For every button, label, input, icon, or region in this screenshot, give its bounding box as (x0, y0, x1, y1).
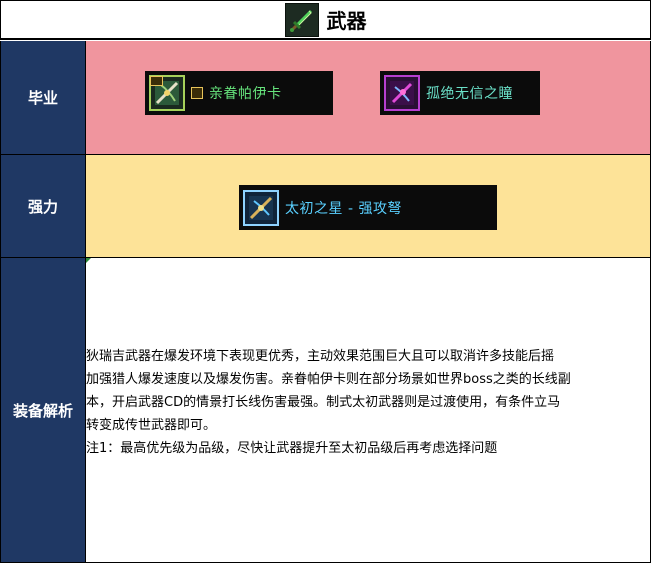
analysis-cell: 狄瑞吉武器在爆发环境下表现更优秀，主动效果范围巨大且可以取消许多技能后摇 加强猎… (86, 258, 651, 563)
grade-badge (191, 87, 203, 99)
strong-cell: 太初之星 - 强攻弩 (86, 155, 651, 257)
analysis-line: 转变成传世武器即可。 (86, 418, 217, 433)
item-name: 亲眷帕伊卡 (209, 86, 282, 102)
bow-icon (384, 75, 420, 111)
equipment-sheet: 武器 毕业 亲眷帕伊卡 孤绝无信之瞳 强力 太初之星 - 强攻弩 装备解析 狄瑞… (0, 0, 651, 563)
sword-icon (284, 2, 319, 37)
cell-corner-mark (86, 258, 91, 263)
item-name: 太初之星 - 强攻弩 (285, 200, 402, 217)
label-strong: 强力 (0, 155, 86, 257)
crossbow-icon (149, 75, 185, 111)
crossbow-icon (243, 189, 279, 226)
label-analysis: 装备解析 (0, 258, 86, 563)
label-graduate: 毕业 (0, 41, 86, 154)
item-card-graduate-2[interactable]: 孤绝无信之瞳 (380, 71, 540, 115)
analysis-line: 狄瑞吉武器在爆发环境下表现更优秀，主动效果范围巨大且可以取消许多技能后摇 (86, 349, 555, 364)
title-row: 武器 (0, 0, 651, 40)
page-title: 武器 (326, 9, 367, 33)
item-card-graduate-1[interactable]: 亲眷帕伊卡 (145, 71, 333, 115)
item-name: 孤绝无信之瞳 (426, 86, 513, 102)
analysis-line: 加强猎人爆发速度以及爆发伤害。亲眷帕伊卡则在部分场景如世界boss之类的长线副 (86, 372, 571, 387)
item-card-strong-1[interactable]: 太初之星 - 强攻弩 (239, 185, 497, 230)
graduate-cell: 亲眷帕伊卡 孤绝无信之瞳 (86, 41, 651, 154)
analysis-text: 狄瑞吉武器在爆发环境下表现更优秀，主动效果范围巨大且可以取消许多技能后摇 加强猎… (86, 345, 646, 460)
analysis-line: 本，开启武器CD的情景打长线伤害最强。制式太初武器则是过渡使用，有条件立马 (86, 395, 561, 410)
analysis-note: 注1：最高优先级为品级，尽快让武器提升至太初品级后再考虑选择问题 (86, 441, 498, 456)
